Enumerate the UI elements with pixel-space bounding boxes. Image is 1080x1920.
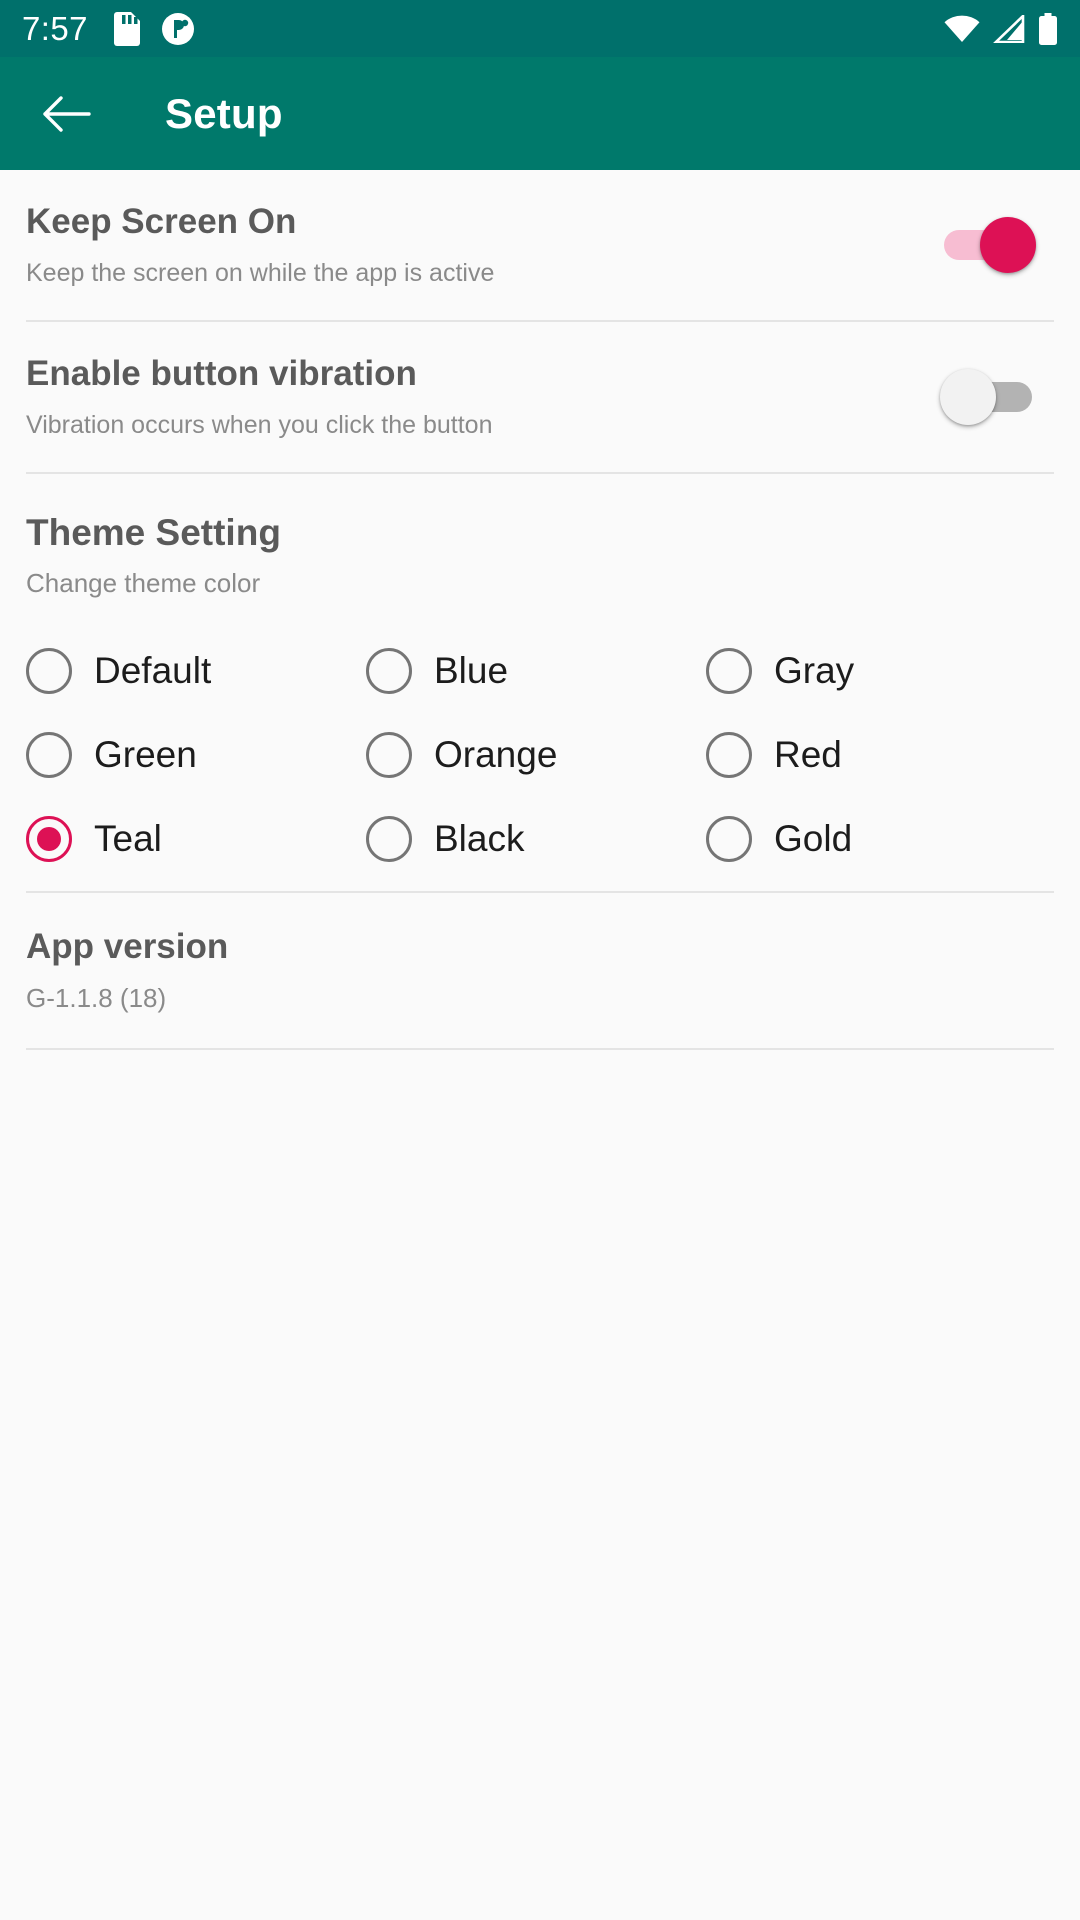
theme-option-label: Gray [774,650,855,692]
sd-card-icon [110,11,140,46]
radio-icon [26,731,72,778]
theme-option-black[interactable]: Black [366,797,706,881]
preference-keep-screen-on[interactable]: Keep Screen On Keep the screen on while … [0,170,1080,320]
preference-subtitle: Vibration occurs when you click the butt… [26,410,493,439]
keep-screen-on-switch[interactable] [940,217,1036,273]
theme-option-blue[interactable]: Blue [366,629,706,713]
theme-option-label: Green [94,734,197,776]
theme-option-label: Gold [774,818,853,860]
radio-icon [706,647,752,694]
settings-content: Keep Screen On Keep the screen on while … [0,170,1080,1920]
theme-option-label: Teal [94,818,162,860]
theme-option-label: Blue [434,650,509,692]
theme-option-orange[interactable]: Orange [366,713,706,797]
theme-option-teal[interactable]: Teal [26,797,366,881]
preference-title: Enable button vibration [26,354,417,394]
button-vibration-switch[interactable] [940,369,1036,425]
empty-area [0,1050,1080,1920]
battery-icon [1038,12,1058,45]
back-button[interactable] [30,78,102,150]
app-version-value: G-1.1.8 (18) [26,982,167,1013]
status-bar: 7:57 [0,0,1080,57]
app-version-title: App version [26,926,229,966]
page-title: Setup [165,89,283,137]
radio-icon [706,815,752,862]
theme-option-label: Black [434,818,525,860]
radio-icon [706,731,752,778]
switch-thumb [940,369,996,425]
app-version-section: App version G-1.1.8 (18) [0,893,1080,1048]
radio-icon [366,731,412,778]
theme-setting-subtitle: Change theme color [26,567,261,598]
preference-subtitle: Keep the screen on while the app is acti… [26,258,495,287]
status-bar-right [944,12,1058,45]
radio-icon [366,815,412,862]
theme-option-default[interactable]: Default [26,629,366,713]
preference-title: Keep Screen On [26,202,297,242]
radio-icon-selected [26,815,72,862]
app-notification-icon [161,12,194,46]
setup-screen: 7:57 Setup Keep Screen On Keep the scree… [0,0,1080,1920]
cellular-signal-icon [993,14,1025,43]
wifi-icon [944,15,980,43]
preference-button-vibration[interactable]: Enable button vibration Vibration occurs… [0,322,1080,472]
back-arrow-icon [43,95,91,132]
theme-radio-group: Default Blue Gray Green Orange Red Teal … [26,629,1054,881]
theme-option-green[interactable]: Green [26,713,366,797]
app-bar: Setup [0,57,1080,170]
theme-option-gold[interactable]: Gold [706,797,1054,881]
theme-option-label: Red [774,734,842,776]
radio-icon [26,647,72,694]
status-clock: 7:57 [22,10,88,47]
theme-option-gray[interactable]: Gray [706,629,1054,713]
switch-thumb [980,217,1036,273]
theme-setting-section: Theme Setting Change theme color Default… [0,474,1080,891]
theme-setting-title: Theme Setting [26,512,281,553]
preference-text-block: Enable button vibration Vibration occurs… [26,354,940,439]
theme-option-red[interactable]: Red [706,713,1054,797]
theme-option-label: Orange [434,734,558,776]
preference-text-block: Keep Screen On Keep the screen on while … [26,202,940,287]
status-bar-left: 7:57 [22,10,194,47]
radio-icon [366,647,412,694]
theme-option-label: Default [94,650,212,692]
